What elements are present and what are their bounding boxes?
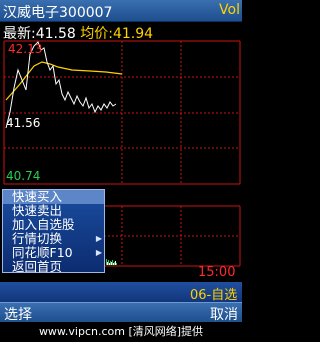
volume-bar [107,262,108,265]
menu-item-label: 快速卖出 [12,203,63,218]
menu-item-f10[interactable]: 同花顺F10 ▶ [3,246,104,260]
volume-bar [116,263,117,265]
menu-item-switch-quote[interactable]: 行情切换 ▶ [3,232,104,246]
ticker-text: 06-自选 [190,288,238,303]
ticker-bar: 06-自选 [0,282,242,303]
submenu-arrow-icon: ▶ [95,248,102,257]
volume-bar [108,260,109,265]
volume-indicator: Vol [219,2,240,18]
menu-item-quick-sell[interactable]: 快速卖出 [3,204,104,218]
menu-item-label: 返回首页 [12,259,63,274]
volume-bar [109,263,110,265]
context-menu: 快速买入 快速卖出 加入自选股 行情切换 ▶ 同花顺F10 ▶ 返回首页 [2,189,105,274]
footer-watermark: www.vipcn.com [清风网络]提供 [0,322,242,342]
volume-bar [110,261,111,265]
time-label: 15:00 [198,265,236,280]
submenu-arrow-icon: ▶ [95,234,102,243]
mid-price-label: 41.56 [6,116,41,130]
low-price-label: 40.74 [6,169,41,183]
menu-item-label: 行情切换 [12,231,63,246]
stock-title: 汉威电子300007 [3,5,113,21]
volume-bar [112,260,113,265]
select-softkey[interactable]: 选择 [4,304,32,324]
menu-item-label: 同花顺F10 [12,245,73,260]
volume-bar [114,262,115,265]
volume-bar [115,261,116,265]
menu-item-label: 快速买入 [12,189,63,204]
menu-item-home[interactable]: 返回首页 [3,260,104,274]
price-chart: 42.13 41.56 40.74 [0,40,242,186]
chart-grid [3,40,241,185]
average-price-line [5,61,123,101]
volume-bars [106,259,117,265]
title-bar: 汉威电子300007 Vol [0,0,242,22]
menu-item-quick-buy[interactable]: 快速买入 [3,190,104,204]
quote-line: 最新:41.58 均价:41.94 [3,23,153,42]
menu-item-label: 加入自选股 [12,217,75,232]
softkey-bar: 选择 取消 [0,302,242,324]
cancel-softkey[interactable]: 取消 [210,304,238,324]
high-price-label: 42.13 [8,42,43,56]
price-chart-svg [3,40,241,185]
volume-bar [106,259,107,265]
menu-item-add-watchlist[interactable]: 加入自选股 [3,218,104,232]
volume-bar [111,262,112,265]
volume-bar [113,263,114,265]
